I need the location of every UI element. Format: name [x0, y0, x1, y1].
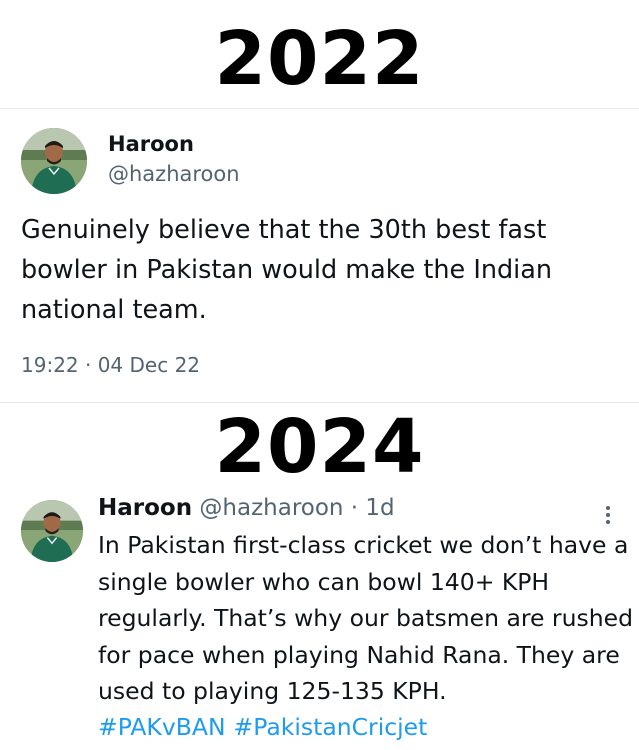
tweet-text: Genuinely believe that the 30th best fas…: [21, 215, 553, 325]
avatar-photo-icon: [21, 500, 83, 562]
more-vertical-icon[interactable]: [596, 500, 620, 530]
avatar[interactable]: [21, 500, 83, 562]
tweet-timestamp[interactable]: 19:22 · 04 Dec 22: [21, 353, 200, 377]
tweet-text: In Pakistan first-class cricket we don’t…: [98, 531, 634, 705]
year-heading-2024: 2024: [214, 404, 425, 490]
tweet-header: Haroon @hazharoon · 1d: [98, 495, 395, 521]
year-heading-2022: 2022: [214, 16, 425, 102]
divider-top: [0, 108, 639, 109]
tweet-author-handle[interactable]: @hazharoon: [108, 162, 240, 186]
tweet-author-name[interactable]: Haroon: [108, 132, 194, 156]
tweet-author-handle-and-age[interactable]: @hazharoon · 1d: [199, 495, 394, 521]
tweet-hashtags: #PAKvBAN #PakistanCricjet: [98, 709, 427, 745]
avatar-photo-icon: [21, 128, 87, 194]
hashtag-link[interactable]: #PAKvBAN: [98, 713, 226, 741]
divider-middle: [0, 402, 639, 403]
avatar[interactable]: [21, 128, 87, 194]
hashtag-link[interactable]: #PakistanCricjet: [234, 713, 428, 741]
clipped-text-line: [98, 744, 478, 750]
tweet-author-name[interactable]: Haroon: [98, 495, 192, 521]
